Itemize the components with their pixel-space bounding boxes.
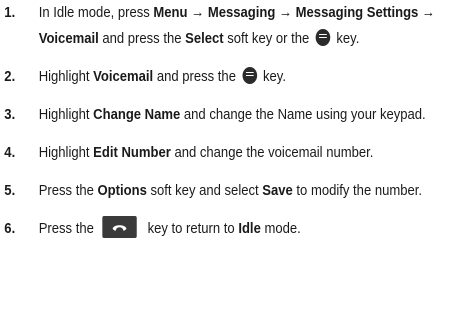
step-text: to modify the number. [292, 181, 423, 199]
step-text: and press the [98, 29, 186, 47]
step-number: 6. [4, 219, 16, 237]
step-text: key. [259, 67, 287, 85]
step-3: 3. Highlight Change Name and change the N… [0, 102, 460, 128]
change-name-label: Change Name [93, 105, 181, 123]
step-text: soft key or the [223, 29, 313, 47]
step-text: and press the [153, 67, 240, 85]
step-text: key to return to [143, 219, 239, 237]
step-4: 4. Highlight Edit Number and change the v… [0, 140, 460, 166]
step-number: 4. [4, 143, 16, 161]
select-softkey-label: Select [185, 29, 224, 47]
step-2: 2. Highlight Voicemail and press the key. [0, 64, 460, 90]
step-number: 3. [4, 105, 16, 123]
voicemail-label: Voicemail [93, 67, 154, 85]
step-text: key. [332, 29, 360, 47]
idle-label: Idle [238, 219, 261, 237]
step-text: and change the Name using your keypad. [180, 105, 426, 123]
step-text: Highlight [38, 143, 94, 161]
end-key-icon [102, 215, 138, 238]
edit-number-label: Edit Number [93, 143, 171, 161]
step-1: 1. In Idle mode, press Menu → Messaging →… [0, 0, 460, 51]
step-text: soft key and select [146, 181, 263, 199]
step-number: 2. [4, 67, 16, 85]
step-text: mode. [260, 219, 301, 237]
step-text: Highlight [38, 105, 94, 123]
step-text: Press the [38, 181, 98, 199]
save-label: Save [262, 181, 293, 199]
ok-key-icon [242, 66, 257, 84]
step-6: 6. Press the key to return to Idle mode. [0, 215, 460, 242]
ok-key-icon [315, 28, 331, 46]
step-number: 5. [4, 181, 16, 199]
instruction-steps: 1. In Idle mode, press Menu → Messaging →… [0, 0, 460, 241]
step-text: and change the voicemail number. [170, 143, 374, 161]
step-text: In Idle mode, press [38, 4, 154, 21]
step-5: 5. Press the Options soft key and select … [0, 178, 460, 204]
step-text: Highlight [38, 67, 94, 85]
options-softkey-label: Options [97, 181, 147, 199]
step-number: 1. [4, 4, 16, 21]
step-text: Press the [38, 219, 98, 237]
